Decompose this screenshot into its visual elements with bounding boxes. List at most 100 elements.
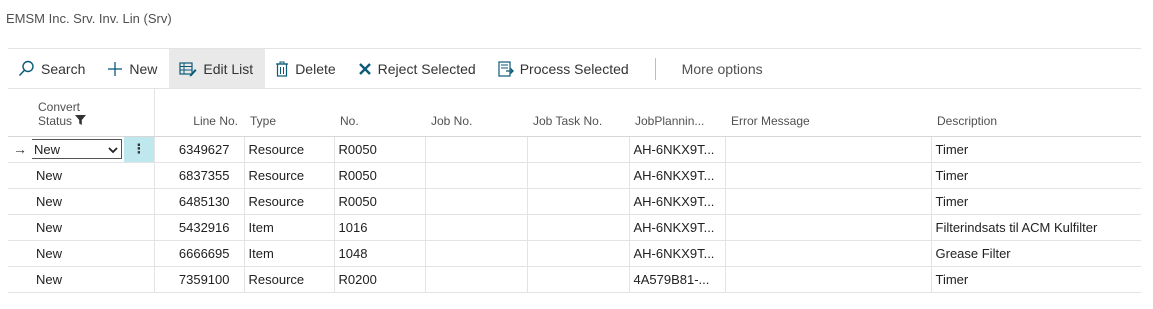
type-cell[interactable]: Resource [244,188,335,215]
column-header-job-planning[interactable]: JobPlannin... [629,89,725,137]
column-header-type[interactable]: Type [244,89,334,137]
convert-status-value: New [34,141,61,157]
table-row[interactable]: New 5432916 Item 1016 AH-6NKX9T... Filte… [8,214,1141,241]
type-cell[interactable]: Resource [244,162,335,189]
row-marker [8,240,32,267]
row-marker [8,266,32,293]
column-header-description[interactable]: Description [931,89,1141,137]
job-task-no-cell[interactable] [527,214,630,241]
edit-list-button[interactable]: Edit List [169,49,266,88]
no-cell[interactable]: R0200 [334,266,426,293]
table-row[interactable]: New 6837355 Resource R0050 AH-6NKX9T... … [8,162,1141,189]
line-no-cell: 6349627 [154,136,245,163]
error-message-cell [725,188,932,215]
convert-status-cell[interactable]: New [32,162,124,189]
delete-label: Delete [295,60,336,77]
column-header-line-no[interactable]: Line No. [154,89,244,137]
job-task-no-cell[interactable] [527,188,630,215]
table-row[interactable]: → New ⋮ 6349627 Resource R0050 AH-6NKX9T… [8,136,1141,163]
error-message-cell [725,136,932,163]
job-planning-cell[interactable]: AH-6NKX9T... [629,162,726,189]
row-marker-header [8,89,32,137]
error-message-cell [725,266,932,293]
job-no-cell[interactable] [425,240,528,267]
column-header-job-task-no[interactable]: Job Task No. [527,89,629,137]
column-header-error-message[interactable]: Error Message [725,89,931,137]
table-header-row: Convert Status Line No. Type No. Job No.… [8,89,1141,137]
no-cell[interactable]: 1016 [334,214,426,241]
description-cell[interactable]: Filterindsats til ACM Kulfilter [931,214,1141,241]
type-cell[interactable]: Item [244,240,335,267]
column-header-convert-status[interactable]: Convert Status [32,89,124,137]
job-planning-cell[interactable]: AH-6NKX9T... [629,240,726,267]
error-message-cell [725,240,932,267]
job-task-no-cell[interactable] [527,136,630,163]
convert-header-line1: Convert [38,99,81,114]
reject-selected-label: Reject Selected [377,60,476,77]
more-options-button[interactable]: More options [672,49,775,88]
process-selected-button[interactable]: Process Selected [488,49,641,88]
action-divider [654,57,656,80]
convert-status-cell[interactable]: New [32,188,124,215]
process-icon [498,60,514,77]
description-cell[interactable]: Timer [931,266,1141,293]
job-no-cell[interactable] [425,214,528,241]
edit-list-icon [179,61,197,77]
job-planning-cell[interactable]: AH-6NKX9T... [629,188,726,215]
row-menu-cell [124,188,155,215]
column-header-job-no[interactable]: Job No. [425,89,527,137]
column-header-no[interactable]: No. [334,89,425,137]
no-cell[interactable]: 1048 [334,240,426,267]
job-no-cell[interactable] [425,266,528,293]
delete-button[interactable]: Delete [265,49,347,88]
row-marker [8,214,32,241]
description-cell[interactable]: Timer [931,162,1141,189]
error-message-cell [725,162,932,189]
job-task-no-cell[interactable] [527,266,630,293]
job-planning-cell[interactable]: 4A579B81-... [629,266,726,293]
row-marker [8,188,32,215]
error-message-cell [725,214,932,241]
table-row[interactable]: New 6666695 Item 1048 AH-6NKX9T... Greas… [8,240,1141,267]
row-menu-cell [124,240,155,267]
line-no-cell: 5432916 [154,214,245,241]
job-no-cell[interactable] [425,136,528,163]
job-task-no-cell[interactable] [527,162,630,189]
job-no-cell[interactable] [425,162,528,189]
no-cell[interactable]: R0050 [334,136,426,163]
no-cell[interactable]: R0050 [334,162,426,189]
new-button[interactable]: New [97,49,169,88]
convert-status-cell[interactable]: New [32,214,124,241]
trash-icon [275,61,289,77]
lines-table: Convert Status Line No. Type No. Job No.… [8,89,1141,293]
search-label: Search [41,60,86,77]
plus-icon [107,61,123,77]
job-planning-cell[interactable]: AH-6NKX9T... [629,136,726,163]
type-cell[interactable]: Resource [244,136,335,163]
convert-status-cell[interactable]: New [32,266,124,293]
type-cell[interactable]: Resource [244,266,335,293]
row-menu-cell [124,266,155,293]
new-label: New [129,60,158,77]
description-cell[interactable]: Timer [931,136,1141,163]
job-planning-cell[interactable]: AH-6NKX9T... [629,214,726,241]
reject-selected-button[interactable]: Reject Selected [348,49,488,88]
no-cell[interactable]: R0050 [334,188,426,215]
search-button[interactable]: Search [8,49,97,88]
page-title: EMSM Inc. Srv. Inv. Lin (Srv) [6,11,172,26]
convert-status-cell[interactable]: New [32,240,124,267]
search-icon [18,60,35,77]
line-no-cell: 6485130 [154,188,245,215]
type-cell[interactable]: Item [244,214,335,241]
description-cell[interactable]: Timer [931,188,1141,215]
job-task-no-cell[interactable] [527,240,630,267]
more-vertical-icon[interactable]: ⋮ [124,136,155,163]
convert-status-select[interactable]: New [32,136,124,163]
table-row[interactable]: New 6485130 Resource R0050 AH-6NKX9T... … [8,188,1141,215]
row-menu-cell [124,214,155,241]
convert-header-line2: Status [38,113,73,128]
job-no-cell[interactable] [425,188,528,215]
filter-icon [75,114,87,128]
description-cell[interactable]: Grease Filter [931,240,1141,267]
table-row[interactable]: New 7359100 Resource R0200 4A579B81-... … [8,266,1141,293]
